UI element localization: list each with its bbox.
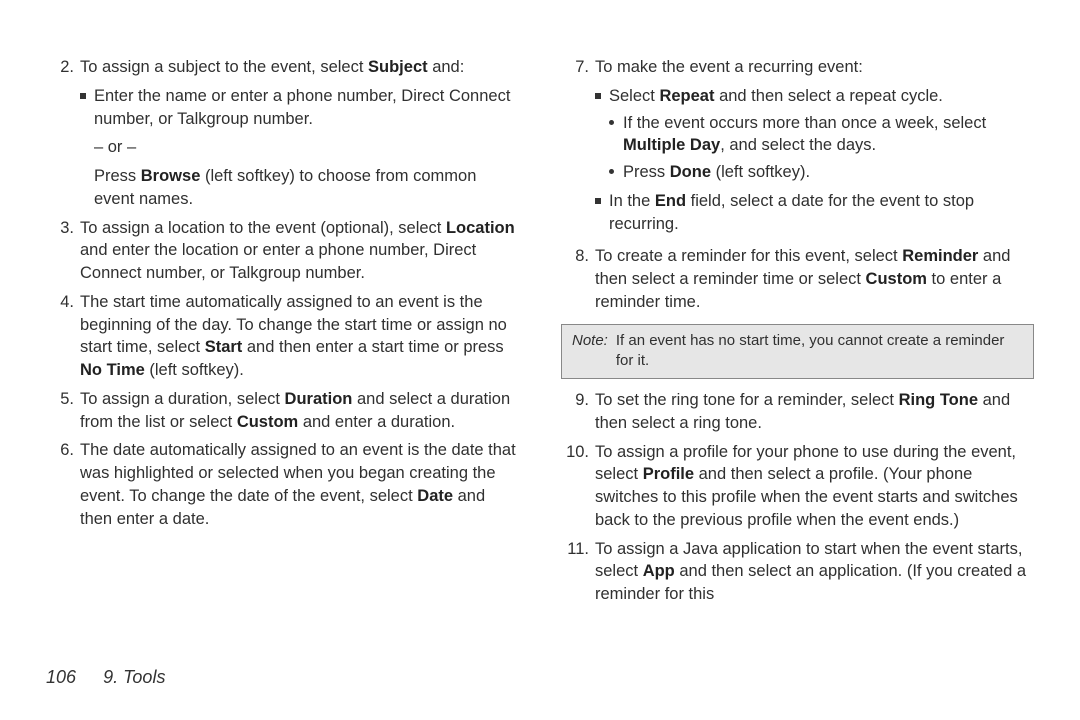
- bold: Custom: [237, 413, 298, 431]
- bold: Profile: [643, 465, 694, 483]
- bold: Browse: [141, 167, 201, 185]
- manual-page: 2. To assign a subject to the event, sel…: [0, 0, 1080, 720]
- bold: Date: [417, 487, 453, 505]
- text: and enter a duration.: [298, 413, 455, 431]
- list-item: 4. The start time automatically assigned…: [46, 291, 519, 382]
- two-column-layout: 2. To assign a subject to the event, sel…: [46, 56, 1034, 612]
- list-item: 5. To assign a duration, select Duration…: [46, 388, 519, 434]
- page-number: 106: [46, 667, 76, 687]
- text: Press: [94, 167, 141, 185]
- text: , and select the days.: [720, 136, 876, 154]
- left-column: 2. To assign a subject to the event, sel…: [46, 56, 519, 612]
- item-number: 5.: [46, 388, 80, 434]
- right-column: 7. To make the event a recurring event: …: [561, 56, 1034, 612]
- item-body: The date automatically assigned to an ev…: [80, 439, 519, 530]
- item-number: 6.: [46, 439, 80, 530]
- bold: Location: [446, 219, 515, 237]
- item-body: To make the event a recurring event: Sel…: [595, 56, 1034, 239]
- text: To create a reminder for this event, sel…: [595, 247, 902, 265]
- text: To set the ring tone for a reminder, sel…: [595, 391, 899, 409]
- list-item: 6. The date automatically assigned to an…: [46, 439, 519, 530]
- item-number: 8.: [561, 245, 595, 313]
- sub-bullet: In the End field, select a date for the …: [595, 190, 1034, 236]
- bold: End: [655, 192, 686, 210]
- item-body: To set the ring tone for a reminder, sel…: [595, 389, 1034, 435]
- text: Select: [609, 87, 659, 105]
- text: Press: [623, 163, 670, 181]
- bold: Multiple Day: [623, 136, 720, 154]
- text: To assign a duration, select: [80, 390, 285, 408]
- bold: No Time: [80, 361, 145, 379]
- list-item: 8. To create a reminder for this event, …: [561, 245, 1034, 313]
- text: and:: [428, 58, 465, 76]
- bold: Custom: [866, 270, 927, 288]
- text: and then select a repeat cycle.: [714, 87, 942, 105]
- item-number: 2.: [46, 56, 80, 211]
- bold: Duration: [285, 390, 353, 408]
- text: To assign a location to the event (optio…: [80, 219, 446, 237]
- dot-bullet: If the event occurs more than once a wee…: [595, 112, 1034, 158]
- item-number: 11.: [561, 538, 595, 606]
- item-body: To assign a location to the event (optio…: [80, 217, 519, 285]
- item-number: 9.: [561, 389, 595, 435]
- list-item: 11. To assign a Java application to star…: [561, 538, 1034, 606]
- or-separator: – or –: [94, 136, 519, 159]
- text: To assign a subject to the event, select: [80, 58, 368, 76]
- list-item: 3. To assign a location to the event (op…: [46, 217, 519, 285]
- list-item: 2. To assign a subject to the event, sel…: [46, 56, 519, 211]
- sub-bullet: Select Repeat and then select a repeat c…: [595, 85, 1034, 108]
- note-label: Note:: [572, 331, 608, 372]
- item-number: 3.: [46, 217, 80, 285]
- text: Enter the name or enter a phone number, …: [94, 87, 510, 128]
- note-box: Note: If an event has no start time, you…: [561, 324, 1034, 379]
- dot-bullet: Press Done (left softkey).: [595, 161, 1034, 184]
- item-number: 4.: [46, 291, 80, 382]
- bold: Repeat: [659, 87, 714, 105]
- item-body: To assign a Java application to start wh…: [595, 538, 1034, 606]
- text: In the: [609, 192, 655, 210]
- text: To make the event a recurring event:: [595, 58, 863, 76]
- item-body: To assign a duration, select Duration an…: [80, 388, 519, 434]
- item-body: To assign a profile for your phone to us…: [595, 441, 1034, 532]
- item-number: 7.: [561, 56, 595, 239]
- sub-bullet: Enter the name or enter a phone number, …: [80, 85, 519, 131]
- bold: Start: [205, 338, 243, 356]
- text: and then enter a start time or press: [242, 338, 503, 356]
- bold: Ring Tone: [899, 391, 978, 409]
- item-body: The start time automatically assigned to…: [80, 291, 519, 382]
- item-number: 10.: [561, 441, 595, 532]
- item-body: To assign a subject to the event, select…: [80, 56, 519, 211]
- item-body: To create a reminder for this event, sel…: [595, 245, 1034, 313]
- bold: Done: [670, 163, 711, 181]
- list-item: 7. To make the event a recurring event: …: [561, 56, 1034, 239]
- bold: App: [643, 562, 675, 580]
- text: and enter the location or enter a phone …: [80, 241, 476, 282]
- section-title: 9. Tools: [103, 667, 165, 687]
- text: (left softkey).: [711, 163, 810, 181]
- page-footer: 106 9. Tools: [46, 667, 165, 688]
- list-item: 9. To set the ring tone for a reminder, …: [561, 389, 1034, 435]
- list-item: 10. To assign a profile for your phone t…: [561, 441, 1034, 532]
- bold: Reminder: [902, 247, 978, 265]
- text-block: Press Browse (left softkey) to choose fr…: [80, 165, 519, 211]
- text: (left softkey).: [145, 361, 244, 379]
- bold: Subject: [368, 58, 428, 76]
- note-body: If an event has no start time, you canno…: [616, 331, 1023, 372]
- text: If the event occurs more than once a wee…: [623, 114, 986, 132]
